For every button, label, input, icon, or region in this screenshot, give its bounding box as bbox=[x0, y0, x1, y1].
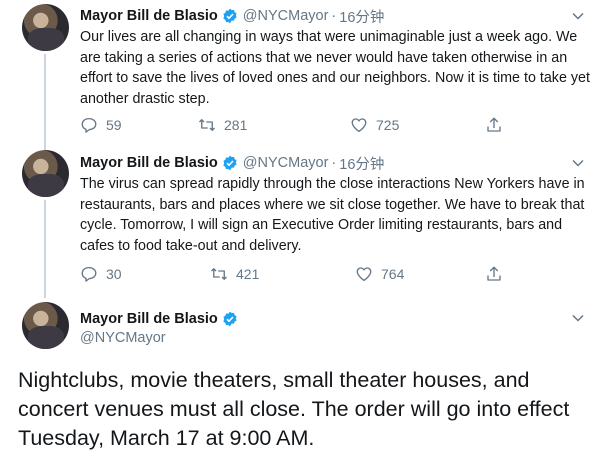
caret-down-icon[interactable] bbox=[572, 312, 584, 324]
like-icon bbox=[351, 118, 367, 133]
author-name[interactable]: Mayor Bill de Blasio bbox=[80, 8, 218, 24]
timestamp[interactable]: 16分钟 bbox=[339, 6, 384, 27]
separator-dot: · bbox=[331, 8, 337, 24]
author-name[interactable]: Mayor Bill de Blasio bbox=[80, 155, 218, 171]
like-button[interactable]: 764 bbox=[355, 265, 404, 283]
tweet-text: The virus can spread rapidly through the… bbox=[80, 176, 585, 254]
reply-icon bbox=[81, 266, 97, 282]
tweet-actions: 30 421 764 bbox=[80, 265, 510, 285]
like-button[interactable]: 725 bbox=[350, 116, 399, 134]
caret-down-icon[interactable] bbox=[572, 157, 584, 169]
focused-tweet-text: Nightclubs, movie theaters, small theate… bbox=[18, 368, 570, 450]
author-handle[interactable]: @NYCMayor bbox=[243, 8, 329, 24]
reply-button[interactable]: 30 bbox=[80, 265, 122, 283]
author-handle[interactable]: @NYCMayor bbox=[80, 330, 166, 346]
thread-line bbox=[44, 54, 46, 154]
retweet-count: 421 bbox=[236, 266, 260, 282]
verified-badge-icon bbox=[223, 311, 237, 327]
tweet-text: Our lives are all changing in ways that … bbox=[80, 29, 590, 107]
retweet-icon bbox=[199, 119, 215, 131]
retweet-count: 281 bbox=[224, 117, 248, 133]
like-count: 764 bbox=[381, 266, 405, 282]
reply-count: 59 bbox=[106, 117, 122, 133]
tweet-header: Mayor Bill de Blasio @NYCMayor · 16分钟 bbox=[80, 153, 384, 173]
timestamp[interactable]: 16分钟 bbox=[339, 153, 384, 174]
verified-badge-icon bbox=[223, 155, 237, 171]
author-name[interactable]: Mayor Bill de Blasio bbox=[80, 311, 218, 327]
retweet-button[interactable]: 421 bbox=[210, 265, 259, 283]
retweet-icon bbox=[211, 268, 227, 280]
thread-line bbox=[44, 200, 46, 298]
author-handle[interactable]: @NYCMayor bbox=[243, 155, 329, 171]
reply-count: 30 bbox=[106, 266, 122, 282]
verified-badge-icon bbox=[223, 8, 237, 24]
retweet-button[interactable]: 281 bbox=[198, 116, 247, 134]
avatar[interactable] bbox=[22, 302, 69, 349]
separator-dot: · bbox=[331, 155, 337, 171]
share-icon bbox=[487, 117, 501, 132]
share-button[interactable] bbox=[485, 265, 503, 283]
tweet-actions: 59 281 725 bbox=[80, 116, 510, 136]
avatar[interactable] bbox=[22, 150, 69, 197]
avatar[interactable] bbox=[22, 4, 69, 51]
like-count: 725 bbox=[376, 117, 400, 133]
share-icon bbox=[487, 266, 501, 281]
tweet-header: Mayor Bill de Blasio bbox=[80, 309, 243, 329]
like-icon bbox=[356, 267, 372, 282]
tweet-header: Mayor Bill de Blasio @NYCMayor · 16分钟 bbox=[80, 6, 384, 26]
reply-button[interactable]: 59 bbox=[80, 116, 122, 134]
caret-down-icon[interactable] bbox=[572, 10, 584, 22]
share-button[interactable] bbox=[485, 116, 503, 134]
reply-icon bbox=[81, 117, 97, 133]
